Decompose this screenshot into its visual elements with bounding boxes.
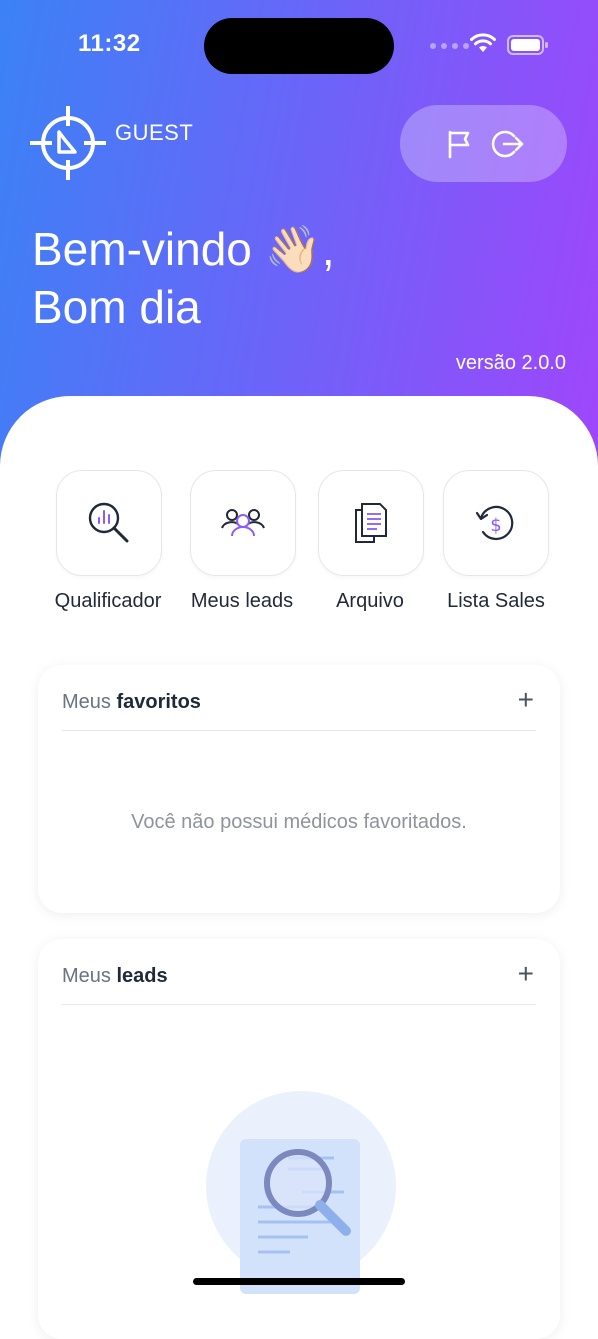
wifi-icon [470,33,496,52]
greeting-welcome: Bem-vindo 👋🏻, [32,223,335,275]
cellular-signal-icon [430,43,469,49]
dollar-history-icon: $ [475,505,514,541]
favorites-empty-message: Você não possui médicos favoritados. [131,811,467,833]
shortcut-meus-leads[interactable] [190,470,296,576]
crosshair-logo-icon [30,106,106,180]
status-time: 11:32 [78,30,141,57]
shortcut-label-qualificador: Qualificador [54,590,162,612]
favorites-card-title: Meus favoritos [62,691,201,713]
flag-icon[interactable] [442,127,476,161]
greeting: Bem-vindo 👋🏻, Bom dia [32,220,335,336]
shortcut-qualificador[interactable] [56,470,162,576]
empty-search-illustration [206,1091,396,1294]
svg-text:$: $ [490,515,501,536]
people-group-icon [221,509,265,537]
documents-icon [355,503,387,543]
leads-card-title: Meus leads [62,965,168,987]
dynamic-island [204,18,394,74]
add-favorite-button[interactable]: + [518,685,534,715]
app-label: GUEST [115,120,194,145]
shortcut-arquivo[interactable] [318,470,424,576]
shortcut-lista-sales[interactable]: $ [443,470,549,576]
greeting-time-of-day: Bom dia [32,281,201,333]
battery-icon [507,35,548,55]
add-lead-button[interactable]: + [518,959,534,989]
header-actions [400,105,567,182]
logout-icon[interactable] [490,127,524,161]
magnifier-chart-icon [88,502,129,543]
shortcut-label-meus-leads: Meus leads [190,590,294,612]
divider [62,730,536,731]
divider [62,1004,536,1005]
app-version: versão 2.0.0 [455,352,566,374]
home-indicator [193,1278,405,1285]
shortcut-label-arquivo: Arquivo [336,590,404,612]
favorites-card: Meus favoritos + Você não possui médicos… [38,665,560,913]
shortcut-label-lista-sales: Lista Sales [447,590,545,612]
